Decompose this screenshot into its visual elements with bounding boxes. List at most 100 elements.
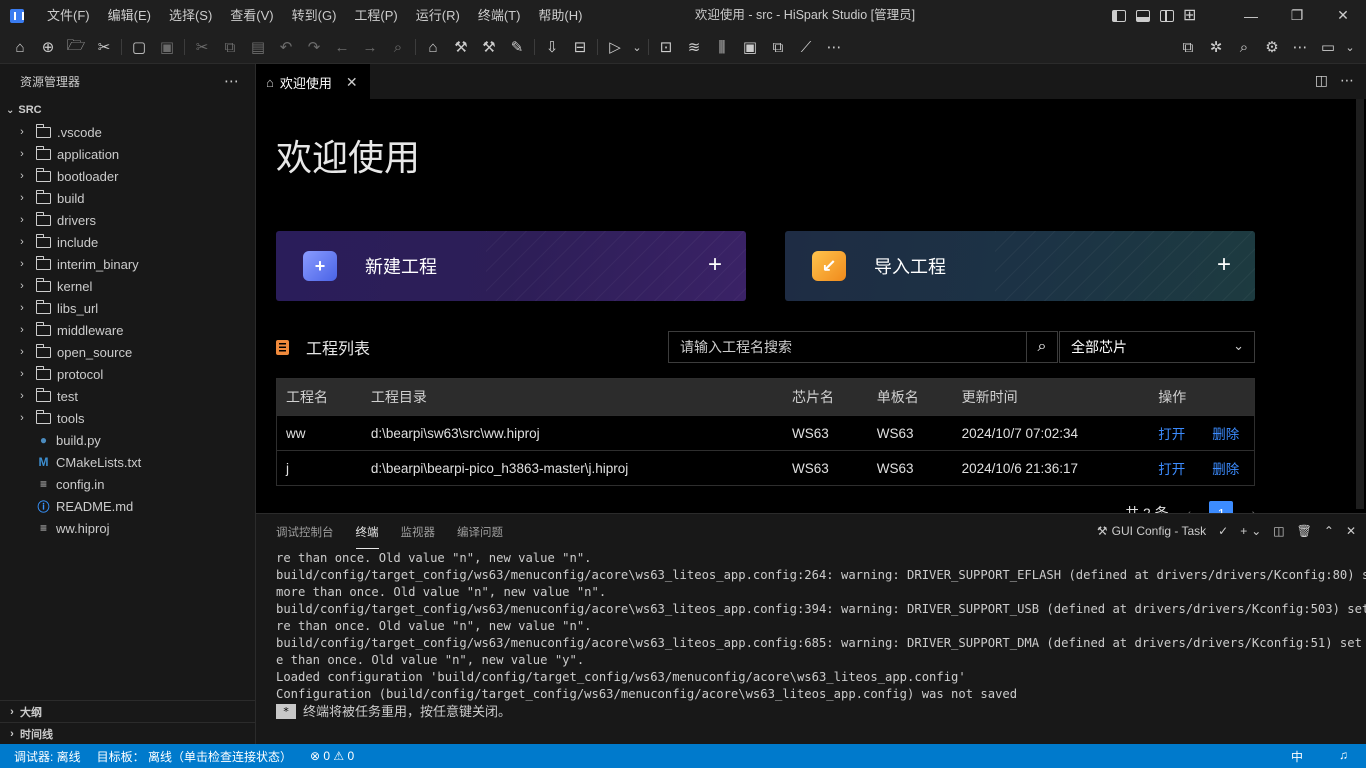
chip-icon[interactable]: ▣ [736, 34, 764, 60]
language-status[interactable]: 中 [1291, 748, 1303, 765]
customize-layout-icon[interactable] [1183, 5, 1198, 25]
tree-file[interactable]: ≡ ww.hiproj [0, 517, 255, 539]
tree-folder[interactable]: › middleware [0, 319, 255, 341]
import-project-card[interactable]: ↙ 导入工程 + [785, 231, 1255, 301]
hammer-icon[interactable]: ⚒ [447, 34, 475, 60]
debugger-status[interactable]: 调试器: 离线 [14, 748, 81, 765]
chevron-down-icon[interactable]: ⌄ [629, 34, 645, 60]
close-panel-icon[interactable]: ✕ [1346, 524, 1356, 538]
tree-folder[interactable]: › libs_url [0, 297, 255, 319]
tab-debug-console[interactable]: 调试控制台 [276, 516, 334, 548]
tree-folder[interactable]: › tools [0, 407, 255, 429]
delete-link[interactable]: 删除 [1212, 423, 1239, 443]
find-icon[interactable]: ⌕ [384, 34, 412, 60]
restore-button[interactable]: ❐ [1274, 0, 1320, 31]
split-editor-icon[interactable]: ◫ [1315, 72, 1328, 89]
tree-file[interactable]: ⓘ README.md [0, 495, 255, 517]
layout-icon[interactable]: ▭ [1314, 34, 1342, 60]
split-terminal-icon[interactable]: ◫ [1273, 524, 1284, 538]
open-folder-icon[interactable]: 🗁 [62, 34, 90, 60]
more-icon[interactable]: ⋯ [1286, 34, 1314, 60]
more-icon[interactable]: ⋯ [224, 72, 239, 90]
flash-icon[interactable]: ⊟ [566, 34, 594, 60]
tree-folder[interactable]: › .vscode [0, 121, 255, 143]
build-icon[interactable]: ⌂ [419, 34, 447, 60]
notifications-icon[interactable]: ♫ [1339, 748, 1348, 765]
tree-folder[interactable]: › interim_binary [0, 253, 255, 275]
tab-monitor[interactable]: 监视器 [401, 516, 436, 548]
menu-selection[interactable]: 选择(S) [160, 0, 221, 31]
tree-root[interactable]: ⌄ SRC [0, 99, 255, 121]
menu-go[interactable]: 转到(G) [283, 0, 346, 31]
tab-build-problems[interactable]: 编译问题 [457, 516, 503, 548]
new-page-icon[interactable]: ▢ [125, 34, 153, 60]
menu-run[interactable]: 运行(R) [407, 0, 469, 31]
new-terminal-icon[interactable]: + [1240, 524, 1247, 538]
timeline-section[interactable]: › 时间线 [0, 722, 256, 744]
redo-icon[interactable]: ↷ [300, 34, 328, 60]
tree-folder[interactable]: › include [0, 231, 255, 253]
toggle-sidebar-icon[interactable] [1112, 9, 1126, 22]
minimize-button[interactable]: — [1228, 0, 1274, 31]
chevron-down-icon[interactable]: ⌄ [1342, 34, 1358, 60]
terminal-icon[interactable]: ⊡ [652, 34, 680, 60]
copy-icon[interactable]: ⧉ [216, 34, 244, 60]
task-label[interactable]: GUI Config - Task [1112, 524, 1206, 538]
page-1-button[interactable]: 1 [1209, 501, 1234, 513]
more-icon[interactable]: ⋯ [820, 34, 848, 60]
cut-icon[interactable]: ✂ [188, 34, 216, 60]
chart-icon[interactable]: ⫼ [708, 34, 736, 60]
menu-edit[interactable]: 编辑(E) [99, 0, 160, 31]
tree-folder[interactable]: › build [0, 187, 255, 209]
toggle-secondary-sidebar-icon[interactable] [1160, 9, 1174, 22]
close-window-button[interactable]: ✕ [1320, 0, 1366, 31]
menu-help[interactable]: 帮助(H) [529, 0, 591, 31]
copy-window-icon[interactable]: ⧉ [1174, 34, 1202, 60]
rebuild-icon[interactable]: ⚒ [475, 34, 503, 60]
tree-file[interactable]: ≡ config.in [0, 473, 255, 495]
forward-icon[interactable]: → [356, 34, 384, 60]
target-status[interactable]: 目标板： 离线（单击检查连接状态） [97, 748, 292, 765]
chevron-down-icon[interactable]: ⌄ [1251, 524, 1261, 538]
save-icon[interactable]: ▣ [153, 34, 181, 60]
tree-file[interactable]: ● build.py [0, 429, 255, 451]
problems-status[interactable]: ⊗ 0 ⚠ 0 [310, 749, 354, 763]
tree-folder[interactable]: › bootloader [0, 165, 255, 187]
tree-folder[interactable]: › test [0, 385, 255, 407]
debug-icon[interactable]: ▷ [601, 34, 629, 60]
more-icon[interactable]: ⋯ [1340, 72, 1354, 89]
search-icon[interactable]: ⌕ [1026, 331, 1058, 363]
undo-icon[interactable]: ↶ [272, 34, 300, 60]
tools-icon[interactable]: ✂ [90, 34, 118, 60]
outline-section[interactable]: › 大纲 [0, 700, 256, 722]
compare-icon[interactable]: ⧉ [764, 34, 792, 60]
back-icon[interactable]: ← [328, 34, 356, 60]
menu-terminal[interactable]: 终端(T) [469, 0, 530, 31]
gear-icon[interactable]: ⚙ [1258, 34, 1286, 60]
maximize-panel-icon[interactable]: ⌃ [1324, 524, 1334, 538]
tree-folder[interactable]: › protocol [0, 363, 255, 385]
new-project-card[interactable]: + 新建工程 + [276, 231, 746, 301]
bug-icon[interactable]: ✲ [1202, 34, 1230, 60]
menu-file[interactable]: 文件(F) [38, 0, 99, 31]
tree-file[interactable]: M CMakeLists.txt [0, 451, 255, 473]
delete-link[interactable]: 删除 [1212, 458, 1239, 478]
toggle-panel-icon[interactable] [1136, 9, 1150, 22]
open-link[interactable]: 打开 [1158, 458, 1185, 478]
editor-scrollbar[interactable] [1356, 99, 1364, 509]
tree-folder[interactable]: › application [0, 143, 255, 165]
search-icon[interactable]: ⌕ [1230, 34, 1258, 60]
tree-folder[interactable]: › kernel [0, 275, 255, 297]
tree-folder[interactable]: › drivers [0, 209, 255, 231]
tab-welcome[interactable]: ⌂ 欢迎使用 ✕ [256, 64, 370, 99]
close-icon[interactable]: ✕ [346, 74, 358, 91]
tree-folder[interactable]: › open_source [0, 341, 255, 363]
layers-icon[interactable]: ≋ [680, 34, 708, 60]
prev-page-icon[interactable]: ‹ [1187, 505, 1192, 513]
trend-icon[interactable]: ⟋ [792, 34, 820, 60]
new-file-icon[interactable]: ⊕ [34, 34, 62, 60]
menu-view[interactable]: 查看(V) [221, 0, 282, 31]
open-link[interactable]: 打开 [1158, 423, 1185, 443]
paste-icon[interactable]: ▤ [244, 34, 272, 60]
download-icon[interactable]: ⇩ [538, 34, 566, 60]
